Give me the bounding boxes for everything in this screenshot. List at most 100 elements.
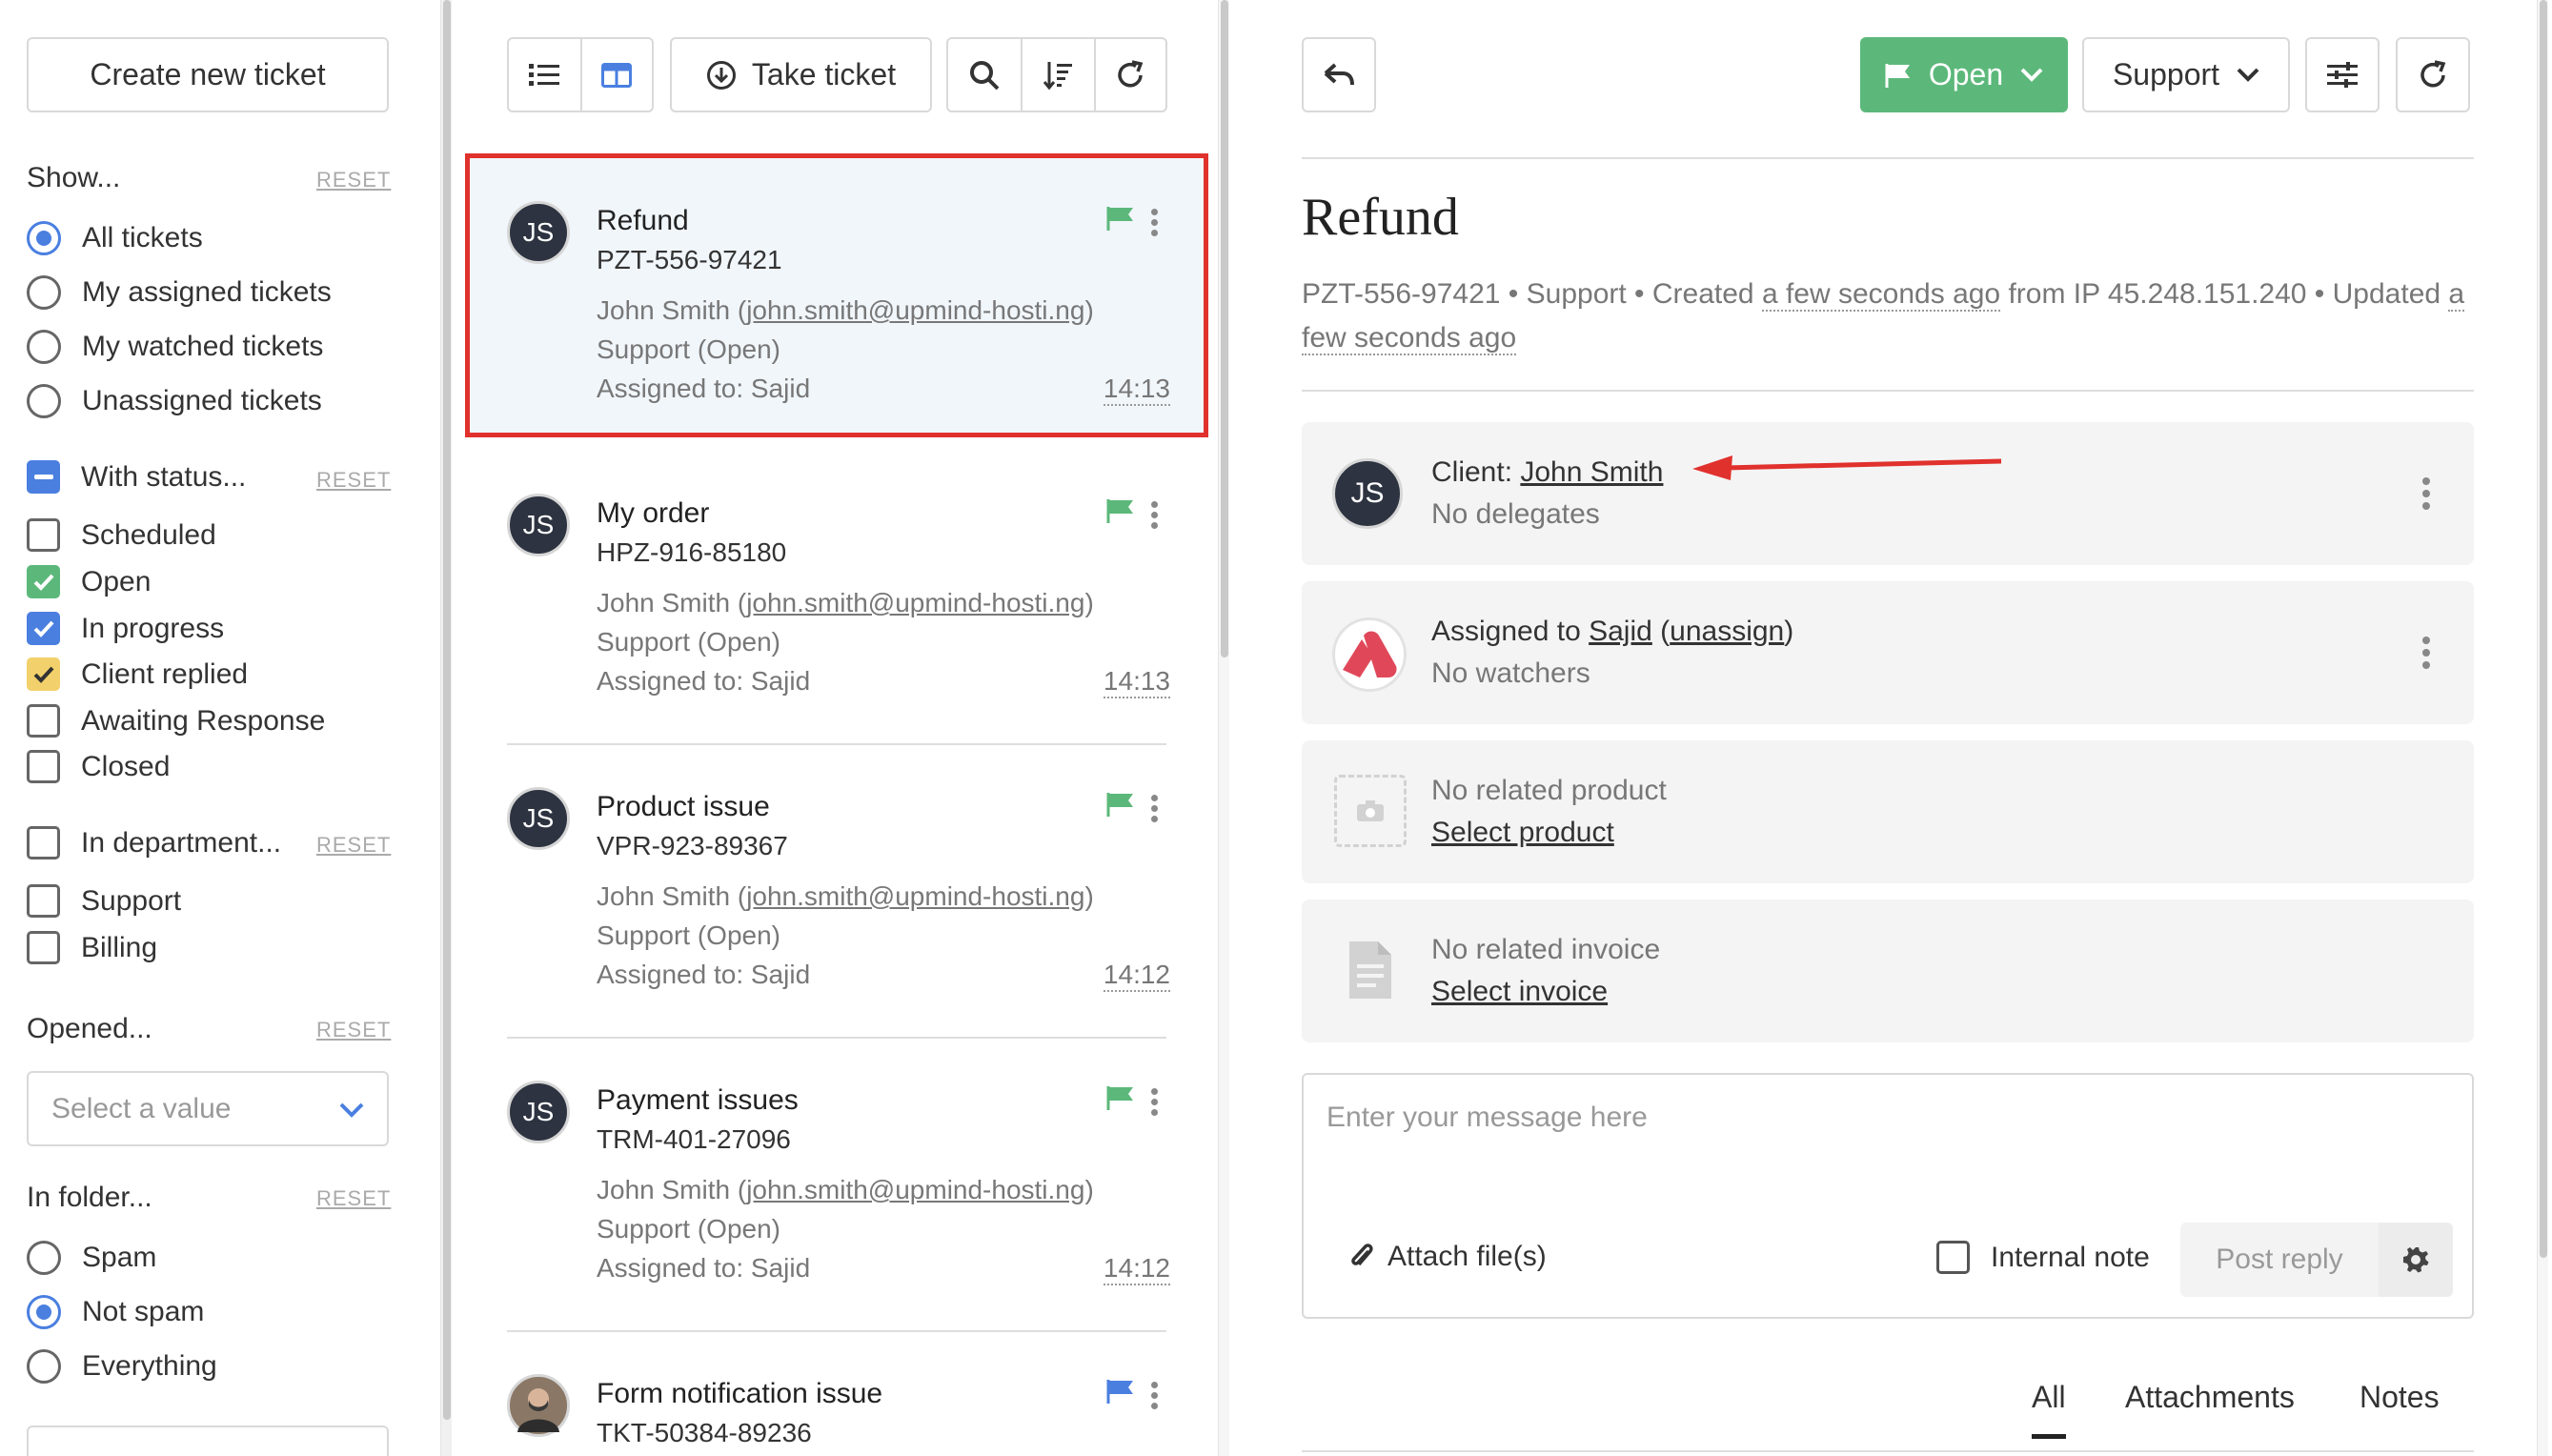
ticket-id: TRM-401-27096	[597, 1124, 791, 1154]
refresh-ticket-button[interactable]	[2396, 37, 2470, 112]
department-dropdown-button[interactable]: Support	[2082, 37, 2290, 112]
reply-composer[interactable]: Enter your message here Attach file(s) I…	[1302, 1073, 2474, 1319]
client-email-link[interactable]: john.smith@upmind-hosti.ng	[746, 881, 1084, 911]
checkbox-icon	[1936, 1241, 1970, 1274]
ticket-menu-icon[interactable]	[1151, 501, 1159, 533]
ticket-menu-icon[interactable]	[1151, 1382, 1159, 1413]
status-filter-toggle[interactable]: With status...	[27, 460, 246, 494]
undo-arrow-icon	[1324, 63, 1354, 85]
department-filter-toggle[interactable]: In department...	[27, 826, 281, 859]
split-view-button[interactable]	[579, 39, 652, 111]
client-name-link[interactable]: John Smith	[1520, 456, 1663, 488]
create-ticket-button[interactable]: Create new ticket	[27, 37, 389, 112]
ticket-item[interactable]: JS Product issue VPR-923-89367 John Smit…	[465, 739, 1208, 1025]
flag-icon	[1106, 499, 1133, 523]
detail-scrollbar[interactable]	[2537, 0, 2548, 1456]
assignee-menu-icon[interactable]	[2422, 637, 2430, 674]
department-option-support[interactable]: Support	[27, 884, 181, 918]
folder-option-not-spam[interactable]: Not spam	[27, 1295, 204, 1329]
take-ticket-button[interactable]: Take ticket	[670, 37, 932, 112]
product-card: No related product Select product	[1302, 740, 2474, 883]
show-reset-link[interactable]: RESET	[316, 168, 391, 192]
opened-reset-link[interactable]: RESET	[316, 1018, 391, 1042]
folder-reset-link[interactable]: RESET	[316, 1186, 391, 1211]
sort-icon	[1043, 61, 1073, 90]
status-option-scheduled[interactable]: Scheduled	[27, 518, 216, 552]
ticket-item[interactable]: Form notification issue TKT-50384-89236	[465, 1326, 1208, 1456]
sidebar-scrollbar[interactable]	[440, 0, 452, 1456]
folder-option-everything[interactable]: Everything	[27, 1349, 217, 1384]
opened-select[interactable]: Select a value	[27, 1071, 389, 1146]
ticket-menu-icon[interactable]	[1151, 1088, 1159, 1120]
post-reply-button[interactable]: Post reply	[2180, 1223, 2379, 1297]
invoice-document-icon	[1349, 941, 1391, 999]
ticket-assignee: Assigned to: Sajid	[597, 374, 811, 403]
status-option-open[interactable]: Open	[27, 565, 151, 598]
tab-notes[interactable]: Notes	[2360, 1380, 2440, 1415]
message-input[interactable]: Enter your message here	[1327, 1102, 1648, 1134]
client-menu-icon[interactable]	[2422, 477, 2430, 515]
client-email-link[interactable]: john.smith@upmind-hosti.ng	[746, 588, 1084, 617]
ticket-item[interactable]: JS My order HPZ-916-85180 John Smith (jo…	[465, 446, 1208, 732]
view-toggle-group	[507, 37, 654, 112]
select-invoice-link[interactable]: Select invoice	[1431, 976, 1608, 1008]
show-option-assigned[interactable]: My assigned tickets	[27, 275, 332, 310]
client-email-link[interactable]: john.smith@upmind-hosti.ng	[746, 295, 1084, 325]
select-product-link[interactable]: Select product	[1431, 817, 1614, 849]
ticket-title-heading: Refund	[1302, 188, 1459, 247]
internal-note-toggle[interactable]: Internal note	[1936, 1241, 2150, 1274]
back-button[interactable]	[1302, 37, 1376, 112]
status-option-client-replied[interactable]: Client replied	[27, 657, 248, 691]
no-invoice-text: No related invoice	[1431, 934, 1661, 965]
gear-icon	[2403, 1247, 2429, 1273]
no-product-text: No related product	[1431, 775, 1667, 806]
created-time: a few seconds ago	[1761, 278, 2001, 312]
ticket-menu-icon[interactable]	[1151, 795, 1159, 826]
tab-all[interactable]: All	[2032, 1380, 2066, 1439]
show-option-watched[interactable]: My watched tickets	[27, 330, 323, 364]
ticket-title: Payment issues	[597, 1084, 799, 1116]
divider	[1302, 157, 2474, 159]
refresh-list-button[interactable]	[1093, 39, 1165, 111]
status-dropdown-button[interactable]: Open	[1860, 37, 2068, 112]
status-option-awaiting[interactable]: Awaiting Response	[27, 704, 325, 738]
list-view-button[interactable]	[509, 39, 580, 111]
client-email-link[interactable]: john.smith@upmind-hosti.ng	[746, 1175, 1084, 1204]
checkbox-icon	[27, 884, 60, 918]
status-option-closed[interactable]: Closed	[27, 750, 170, 783]
ticket-title: Form notification issue	[597, 1378, 883, 1409]
folder-section-title: In folder...	[27, 1182, 152, 1213]
search-button[interactable]	[948, 39, 1021, 111]
search-icon	[970, 60, 1000, 90]
indeterminate-checkbox-icon	[27, 460, 60, 494]
attach-files-button[interactable]: Attach file(s)	[1349, 1241, 1547, 1273]
client-card: JS Client: John Smith No delegates	[1302, 422, 2474, 565]
ticket-assignee: Assigned to: Sajid	[597, 960, 811, 989]
department-option-billing[interactable]: Billing	[27, 931, 157, 964]
checkbox-icon	[27, 518, 60, 552]
checkmark-icon	[27, 565, 60, 598]
department-reset-link[interactable]: RESET	[316, 833, 391, 858]
unassign-link[interactable]: unassign	[1670, 616, 1784, 647]
ticket-time: 14:12	[1103, 1253, 1170, 1285]
ticket-item[interactable]: JS Refund PZT-556-97421 John Smith (john…	[465, 153, 1208, 437]
show-option-unassigned[interactable]: Unassigned tickets	[27, 384, 322, 418]
folder-option-spam[interactable]: Spam	[27, 1241, 156, 1275]
status-reset-link[interactable]: RESET	[316, 468, 391, 493]
annotation-arrow-icon	[1692, 455, 2002, 480]
divider	[1302, 1450, 2474, 1452]
ticket-list-scrollbar[interactable]	[1218, 0, 1229, 1456]
status-option-in-progress[interactable]: In progress	[27, 612, 224, 645]
show-option-all[interactable]: All tickets	[27, 221, 203, 255]
reply-settings-button[interactable]	[2379, 1223, 2453, 1297]
preferences-button[interactable]	[27, 1426, 389, 1456]
ticket-client: John Smith (john.smith@upmind-hosti.ng)	[597, 881, 1094, 911]
ticket-item[interactable]: JS Payment issues TRM-401-27096 John Smi…	[465, 1033, 1208, 1319]
tab-attachments[interactable]: Attachments	[2125, 1380, 2295, 1415]
settings-button[interactable]	[2305, 37, 2380, 112]
assignee-name-link[interactable]: Sajid	[1589, 616, 1652, 647]
watchers-text: No watchers	[1431, 657, 1590, 689]
ticket-menu-icon[interactable]	[1151, 209, 1159, 240]
sort-button[interactable]	[1021, 39, 1093, 111]
upmind-logo-avatar	[1332, 617, 1407, 692]
